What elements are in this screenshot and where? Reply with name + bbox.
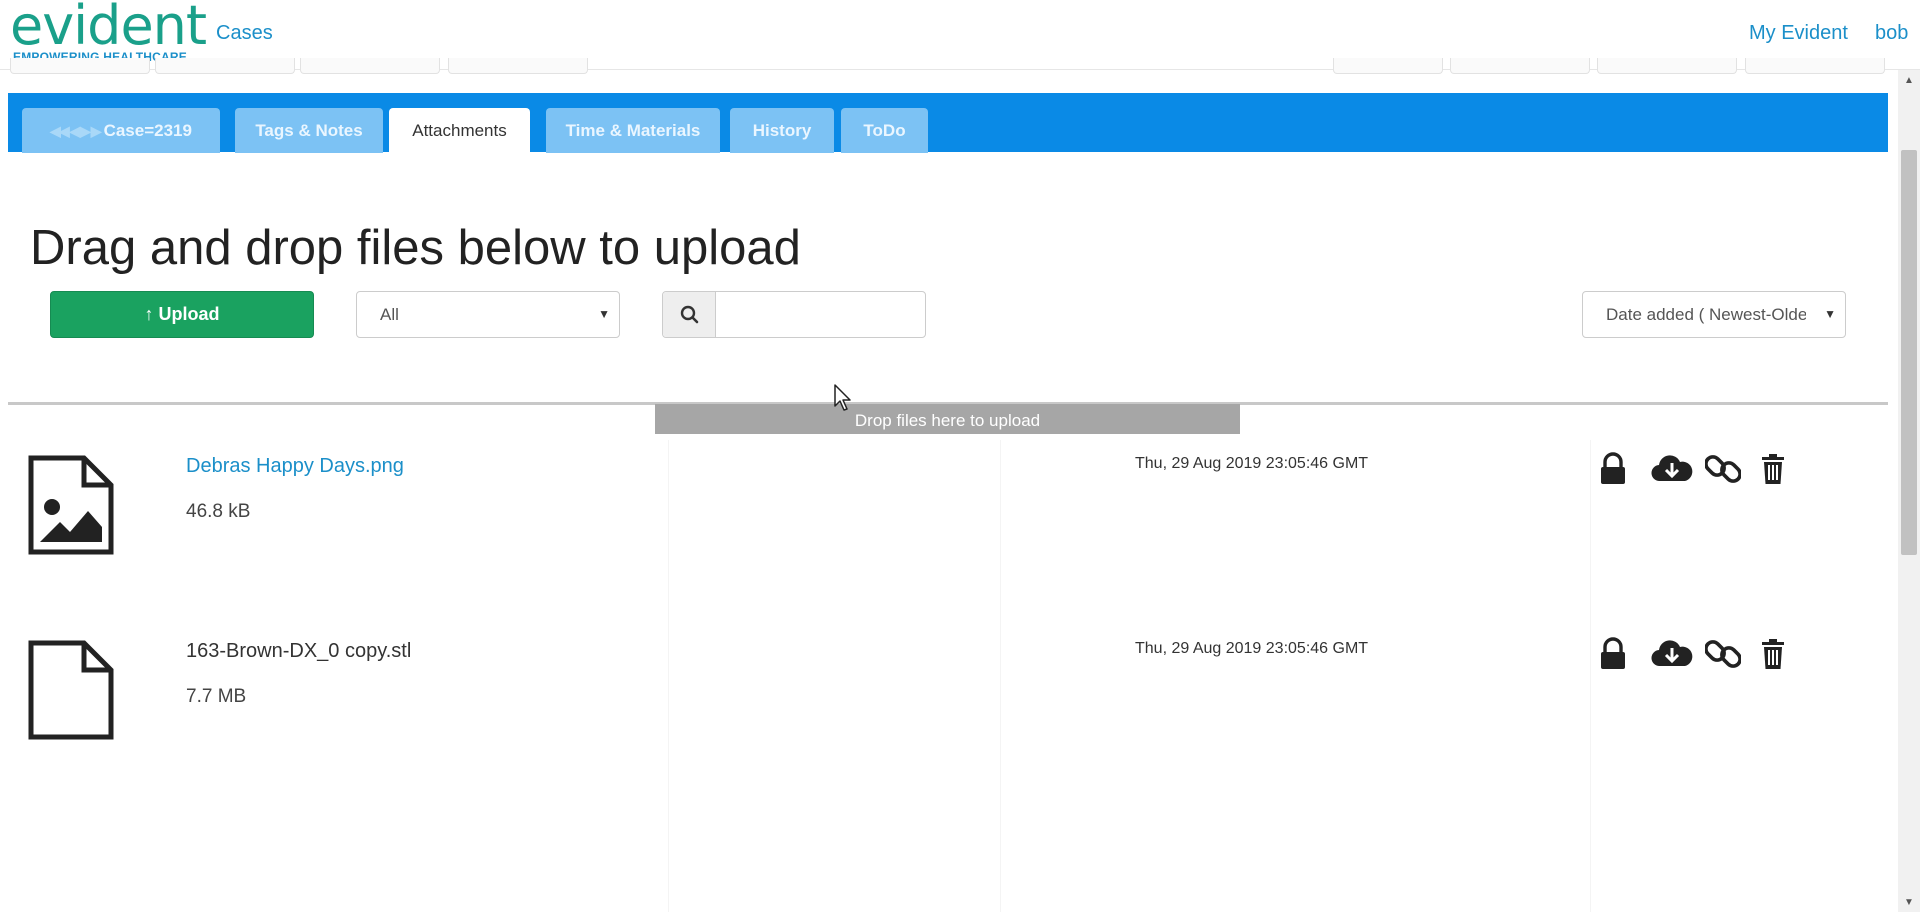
sort-select-value: Date added ( Newest-Oldest ) [1606,305,1806,324]
search-input[interactable] [717,292,925,337]
toolbar-button-ghost[interactable] [300,58,440,74]
case-nav-arrows-icon[interactable]: ◀◀ ◀ ▶ ▶ [50,123,101,139]
toolbar-button-ghost[interactable] [10,58,150,74]
cloud-download-icon[interactable] [1650,636,1694,672]
search-group [662,291,926,338]
tab-tags-notes[interactable]: Tags & Notes [235,108,383,153]
caret-down-icon: ▼ [598,307,610,321]
tab-case[interactable]: ◀◀ ◀ ▶ ▶ Case=2319 [22,108,220,153]
arrow-up-icon: ↑ [144,304,154,324]
tab-history-label: History [752,121,812,140]
caret-down-icon: ▼ [1824,307,1836,321]
tab-time-materials-label: Time & Materials [565,121,701,140]
scroll-down-arrow-icon[interactable]: ▼ [1898,896,1920,910]
trash-icon[interactable] [1755,451,1791,487]
attachment-file-name: 163-Brown-DX_0 copy.stl [186,640,412,662]
attachment-date: Thu, 29 Aug 2019 23:05:46 GMT [1135,455,1369,472]
toolbar-button-ghost[interactable] [155,58,295,74]
attachment-row: 163-Brown-DX_0 copy.stl 7.7 MB Thu, 29 A… [0,637,1890,810]
nav-link-my-evident[interactable]: My Evident [1749,22,1848,45]
sort-order-select[interactable]: Date added ( Newest-Oldest ) ▼ [1582,291,1846,338]
toolbar-button-ghost[interactable] [1597,58,1737,74]
page-title: Drag and drop files below to upload [30,221,801,275]
search-icon [663,292,716,337]
lock-icon[interactable] [1595,451,1631,487]
mouse-pointer-icon [834,384,854,414]
tab-todo[interactable]: ToDo [841,108,928,153]
link-icon[interactable] [1704,451,1742,487]
attachment-file-link[interactable]: Debras Happy Days.png [186,455,404,478]
image-file-icon [28,455,114,555]
nav-link-cases[interactable]: Cases [216,22,273,45]
attachment-file-size: 7.7 MB [186,686,247,707]
toolbar-button-ghost[interactable] [1450,58,1590,74]
link-icon[interactable] [1704,636,1742,672]
tab-case-label: Case=2319 [103,121,192,140]
toolbar-button-ghost[interactable] [448,58,588,74]
file-type-filter-select[interactable]: All ▼ [356,291,620,338]
toolbar-button-ghost[interactable] [1333,58,1443,74]
tab-tags-notes-label: Tags & Notes [255,121,363,140]
page-scrollbar[interactable]: ▲ ▼ [1898,70,1920,912]
attachment-date: Thu, 29 Aug 2019 23:05:46 GMT [1135,640,1369,657]
tab-time-materials[interactable]: Time & Materials [546,108,720,153]
drop-zone[interactable]: Drop files here to upload [655,404,1240,434]
tab-attachments-label: Attachments [412,121,507,140]
blank-file-icon [28,640,114,740]
attachment-file-size: 46.8 kB [186,501,251,522]
lock-icon[interactable] [1595,636,1631,672]
scroll-up-arrow-icon[interactable]: ▲ [1898,74,1920,88]
cloud-download-icon[interactable] [1650,451,1694,487]
tab-history[interactable]: History [730,108,834,153]
tab-attachments[interactable]: Attachments [389,108,530,153]
toolbar-button-ghost[interactable] [1745,58,1885,74]
scrollbar-thumb[interactable] [1901,150,1917,555]
filter-select-value: All [380,305,399,324]
nav-link-user[interactable]: bob [1875,22,1908,45]
tab-todo-label: ToDo [863,121,906,140]
attachment-row: Debras Happy Days.png 46.8 kB Thu, 29 Au… [0,452,1890,625]
upload-button[interactable]: ↑ Upload [50,291,314,338]
trash-icon[interactable] [1755,636,1791,672]
upload-button-label: Upload [158,304,220,324]
case-tab-bar: ◀◀ ◀ ▶ ▶ Case=2319 Tags & Notes Attachmen… [8,93,1888,153]
